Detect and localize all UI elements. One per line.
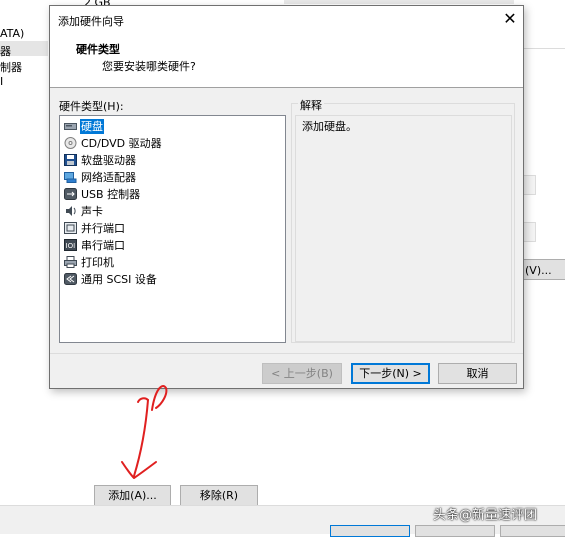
list-item-floppy[interactable]: 软盘驱动器 (64, 152, 137, 168)
list-item-usb[interactable]: USB 控制器 (64, 186, 141, 202)
close-icon[interactable]: ✕ (500, 9, 520, 29)
hard-disk-icon (64, 120, 77, 132)
sound-card-icon (64, 205, 77, 217)
back-button[interactable]: < 上一步(B) (262, 363, 342, 384)
list-item-printer[interactable]: 打印机 (64, 254, 115, 270)
list-item-label: 声卡 (81, 204, 103, 218)
list-item-parallel-port[interactable]: 并行端口 (64, 220, 126, 236)
list-item-label: 打印机 (81, 255, 114, 269)
list-item-label: CD/DVD 驱动器 (81, 136, 162, 150)
background-list-item[interactable]: I (0, 75, 3, 88)
scsi-device-icon (64, 273, 77, 285)
list-item-label: USB 控制器 (81, 187, 141, 201)
list-item-sound-card[interactable]: 声卡 (64, 203, 104, 219)
add-hardware-button[interactable]: 添加(A)... (94, 485, 171, 507)
hardware-type-list[interactable]: 硬盘 CD/DVD 驱动器 软盘驱动器 网络适配器 USB 控制器 声卡 并行端… (59, 115, 286, 343)
background-cancel-button[interactable] (415, 525, 495, 537)
background-help-button[interactable] (500, 525, 565, 537)
list-item-label: 通用 SCSI 设备 (81, 272, 157, 286)
background-separator (522, 48, 565, 49)
floppy-icon (64, 154, 77, 166)
watermark: 头条@新量速评团 (433, 508, 538, 523)
list-item-label: 网络适配器 (81, 170, 136, 184)
remove-hardware-button[interactable]: 移除(R) (180, 485, 258, 507)
cancel-button[interactable]: 取消 (438, 363, 517, 384)
explanation-box (295, 115, 512, 342)
hardware-type-label: 硬件类型(H): (59, 100, 124, 113)
annotation-arrow-icon (121, 385, 168, 479)
wizard-step-title: 硬件类型 (76, 43, 120, 56)
cd-dvd-icon (64, 137, 77, 149)
background-list-item[interactable]: ATA) (0, 27, 24, 40)
usb-icon (64, 188, 77, 200)
background-ok-button[interactable] (330, 525, 410, 537)
list-item-serial-port[interactable]: IOI 串行端口 (64, 237, 126, 253)
wizard-header: 硬件类型 您要安装哪类硬件? (50, 34, 523, 88)
list-item-scsi-device[interactable]: 通用 SCSI 设备 (64, 271, 158, 287)
footer-divider (50, 353, 523, 354)
background-list-item[interactable]: 制器 (0, 59, 22, 75)
background-top-box (284, 0, 514, 4)
next-button[interactable]: 下一步(N) > (351, 363, 430, 384)
network-adapter-icon (64, 171, 77, 183)
parallel-port-icon (64, 222, 77, 234)
list-item-hard-disk[interactable]: 硬盘 (64, 118, 104, 134)
background-list-item[interactable]: 器 (0, 43, 11, 59)
list-item-cd-dvd[interactable]: CD/DVD 驱动器 (64, 135, 163, 151)
dialog-title-bar: 添加硬件向导 ✕ (50, 6, 523, 34)
wizard-step-subtitle: 您要安装哪类硬件? (102, 60, 196, 73)
background-browse-button[interactable]: (V)... (520, 259, 565, 280)
add-hardware-wizard-dialog: 添加硬件向导 ✕ 硬件类型 您要安装哪类硬件? 硬件类型(H): 硬盘 CD/D… (49, 5, 524, 389)
list-item-label: 串行端口 (81, 238, 125, 252)
list-item-label: 并行端口 (81, 221, 125, 235)
list-item-label: 软盘驱动器 (81, 153, 136, 167)
list-item-label: 硬盘 (80, 118, 104, 134)
serial-port-icon: IOI (64, 239, 77, 251)
explanation-legend: 解释 (298, 97, 324, 113)
list-item-network-adapter[interactable]: 网络适配器 (64, 169, 137, 185)
explanation-text: 添加硬盘。 (302, 120, 357, 133)
svg-text:IOI: IOI (66, 242, 76, 250)
dialog-title: 添加硬件向导 (58, 15, 124, 28)
printer-icon (64, 256, 77, 268)
